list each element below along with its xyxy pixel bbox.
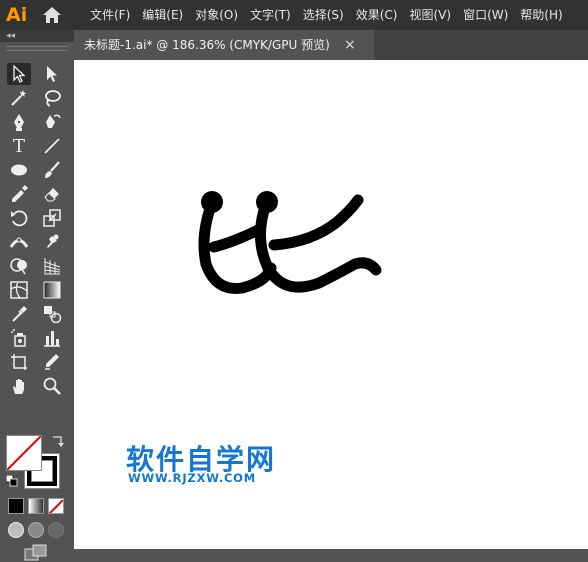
home-icon[interactable] bbox=[42, 6, 62, 24]
middle-stroke-path[interactable] bbox=[208, 223, 266, 253]
menu-select[interactable]: 选择(S) bbox=[297, 0, 350, 30]
draw-behind-icon[interactable] bbox=[28, 522, 44, 538]
mesh-tool-icon[interactable] bbox=[7, 279, 31, 301]
watermark-url: WWW.RJZXW.COM bbox=[128, 471, 256, 485]
pen-tool-icon[interactable] bbox=[7, 111, 31, 133]
panel-grip[interactable] bbox=[6, 46, 68, 51]
menu-object[interactable]: 对象(O) bbox=[189, 0, 244, 30]
menu-bar: Ai 文件(F) 编辑(E) 对象(O) 文字(T) 选择(S) 效果(C) 视… bbox=[0, 0, 588, 30]
blend-tool-icon[interactable] bbox=[40, 303, 64, 325]
close-icon[interactable]: × bbox=[344, 30, 356, 60]
artboard-canvas[interactable]: 软件自学网 WWW.RJZXW.COM bbox=[74, 60, 588, 549]
rotate-tool-icon[interactable] bbox=[7, 207, 31, 229]
document-tab-bar: 未标题-1.ai* @ 186.36% (CMYK/GPU 预览) × bbox=[74, 30, 588, 60]
slice-tool-icon[interactable] bbox=[40, 351, 64, 373]
app-logo: Ai bbox=[6, 4, 28, 26]
fill-color-swatch[interactable] bbox=[6, 435, 42, 471]
document-tab-title: 未标题-1.ai* @ 186.36% (CMYK/GPU 预览) bbox=[84, 38, 330, 52]
none-slash-icon bbox=[7, 436, 41, 470]
lasso-tool-icon[interactable] bbox=[40, 87, 64, 109]
swap-fill-stroke-icon[interactable] bbox=[50, 435, 64, 449]
curvature-tool-icon[interactable] bbox=[40, 111, 64, 133]
menu-help[interactable]: 帮助(H) bbox=[514, 0, 568, 30]
gradient-tool-icon[interactable] bbox=[40, 279, 64, 301]
magic-wand-tool-icon[interactable] bbox=[7, 87, 31, 109]
menu-view[interactable]: 视图(V) bbox=[403, 0, 457, 30]
anchor-dot-right[interactable] bbox=[256, 191, 278, 213]
direct-selection-tool-icon[interactable] bbox=[40, 63, 64, 85]
line-segment-tool-icon[interactable] bbox=[40, 135, 64, 157]
none-button[interactable] bbox=[48, 498, 64, 514]
collapse-panel-icon[interactable]: ◂◂ bbox=[6, 30, 15, 42]
width-tool-icon[interactable] bbox=[7, 231, 31, 253]
screen-mode-icon[interactable] bbox=[24, 544, 48, 562]
none-slash-icon bbox=[49, 499, 63, 513]
shape-builder-tool-icon[interactable] bbox=[7, 255, 31, 277]
eyedropper-tool-icon[interactable] bbox=[7, 303, 31, 325]
scale-tool-icon[interactable] bbox=[40, 207, 64, 229]
shaper-tool-icon[interactable] bbox=[7, 183, 31, 205]
paintbrush-tool-icon[interactable] bbox=[40, 159, 64, 181]
menu-items: 文件(F) 编辑(E) 对象(O) 文字(T) 选择(S) 效果(C) 视图(V… bbox=[84, 0, 569, 30]
selection-tool-icon[interactable] bbox=[7, 63, 31, 85]
top-right-stroke-path[interactable] bbox=[268, 194, 364, 251]
symbol-sprayer-tool-icon[interactable] bbox=[7, 327, 31, 349]
document-tab[interactable]: 未标题-1.ai* @ 186.36% (CMYK/GPU 预览) × bbox=[74, 30, 374, 60]
perspective-grid-tool-icon[interactable] bbox=[40, 255, 64, 277]
tools-panel: ◂◂ T bbox=[0, 30, 74, 561]
menu-window[interactable]: 窗口(W) bbox=[457, 0, 514, 30]
menu-effect[interactable]: 效果(C) bbox=[350, 0, 404, 30]
column-graph-tool-icon[interactable] bbox=[40, 327, 64, 349]
puppet-warp-tool-icon[interactable] bbox=[40, 231, 64, 253]
artboard-tool-icon[interactable] bbox=[7, 351, 31, 373]
type-tool-icon[interactable]: T bbox=[7, 135, 31, 157]
eraser-tool-icon[interactable] bbox=[40, 183, 64, 205]
zoom-tool-icon[interactable] bbox=[40, 375, 64, 397]
ellipse-tool-icon[interactable] bbox=[7, 159, 31, 181]
default-fill-stroke-icon[interactable] bbox=[6, 475, 18, 487]
menu-type[interactable]: 文字(T) bbox=[244, 0, 297, 30]
color-button[interactable] bbox=[8, 498, 24, 514]
hand-tool-icon[interactable] bbox=[7, 375, 31, 397]
draw-normal-icon[interactable] bbox=[8, 522, 24, 538]
menu-edit[interactable]: 编辑(E) bbox=[136, 0, 189, 30]
menu-file[interactable]: 文件(F) bbox=[84, 0, 136, 30]
draw-inside-icon[interactable] bbox=[48, 522, 64, 538]
tools-panel-header[interactable]: ◂◂ bbox=[0, 30, 74, 42]
stroke-paths[interactable] bbox=[198, 194, 382, 294]
anchor-dot-left[interactable] bbox=[201, 191, 223, 213]
gradient-button[interactable] bbox=[28, 498, 44, 514]
